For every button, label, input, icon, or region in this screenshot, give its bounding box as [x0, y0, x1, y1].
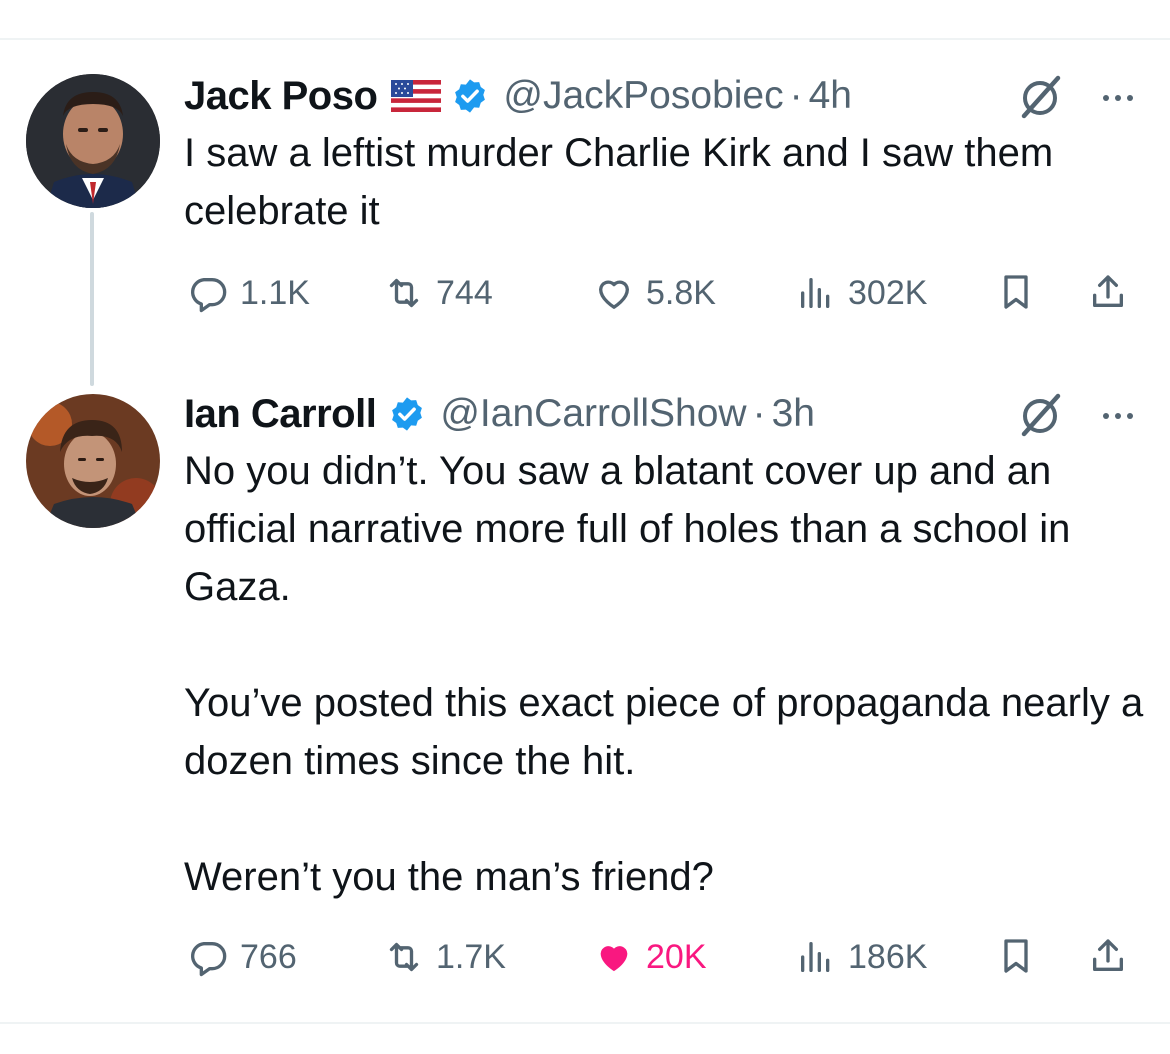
- repost-button[interactable]: 1.7K: [384, 932, 506, 982]
- separator-dot: ·: [752, 392, 766, 435]
- reply-icon: [191, 278, 227, 313]
- views-button[interactable]: 302K: [796, 268, 927, 318]
- like-button[interactable]: 5.8K: [594, 268, 716, 318]
- reply-button[interactable]: 1.1K: [188, 268, 310, 318]
- timestamp[interactable]: 4h: [809, 74, 852, 118]
- timestamp[interactable]: 3h: [772, 392, 815, 436]
- share-icon[interactable]: [1088, 272, 1128, 312]
- tweet-header: Ian Carroll @IanCarrollShow · 3h: [184, 388, 1144, 440]
- like-icon: [599, 280, 629, 309]
- bottom-divider: [0, 1022, 1170, 1024]
- like-icon: [600, 946, 628, 972]
- top-divider: [0, 38, 1170, 40]
- verified-badge-icon: [455, 79, 486, 113]
- separator-dot: ·: [789, 74, 803, 117]
- repost-count: 1.7K: [436, 937, 506, 976]
- repost-icon: [389, 278, 419, 308]
- grok-icon[interactable]: [1018, 74, 1064, 120]
- tweet-paragraph: Weren’t you the man’s friend?: [184, 855, 714, 899]
- tweet-paragraph: No you didn’t. You saw a blatant cover u…: [184, 449, 1071, 609]
- repost-icon: [389, 942, 419, 972]
- like-count: 5.8K: [646, 273, 716, 312]
- thread-connector-line: [90, 212, 94, 386]
- like-count: 20K: [646, 937, 707, 976]
- view-count: 186K: [848, 937, 928, 976]
- flag-us-icon: [391, 80, 442, 112]
- display-name[interactable]: Jack Poso: [184, 74, 378, 119]
- bookmark-icon[interactable]: [996, 936, 1036, 976]
- reply-icon: [191, 942, 227, 977]
- repost-count: 744: [436, 273, 493, 312]
- tweet-paragraph: You’ve posted this exact piece of propag…: [184, 681, 1144, 783]
- tweet-2[interactable]: Ian Carroll @IanCarrollShow · 3h No you …: [184, 388, 1144, 977]
- tweet-paragraph: I saw a leftist murder Charlie Kirk and …: [184, 131, 1054, 233]
- action-bar: 766 1.7K 20K 186K: [184, 932, 1144, 982]
- tweet-1[interactable]: Jack Poso @JackPosobiec · 4h I saw a lef…: [184, 70, 1144, 313]
- reply-button[interactable]: 766: [188, 932, 297, 982]
- reply-count: 766: [240, 937, 297, 976]
- more-icon[interactable]: [1098, 78, 1138, 118]
- tweet-header: Jack Poso @JackPosobiec · 4h: [184, 70, 1144, 122]
- user-handle[interactable]: @IanCarrollShow: [440, 392, 746, 436]
- display-name[interactable]: Ian Carroll: [184, 392, 377, 437]
- tweet-text: I saw a leftist murder Charlie Kirk and …: [184, 124, 1144, 240]
- bookmark-icon[interactable]: [996, 272, 1036, 312]
- views-button[interactable]: 186K: [796, 932, 927, 982]
- verified-badge-icon: [392, 397, 423, 431]
- user-handle[interactable]: @JackPosobiec: [503, 74, 783, 118]
- view-count: 302K: [848, 273, 928, 312]
- avatar-jack-poso[interactable]: [26, 74, 160, 208]
- views-icon: [801, 278, 830, 308]
- views-icon: [801, 942, 830, 972]
- more-icon[interactable]: [1098, 396, 1138, 436]
- share-icon[interactable]: [1088, 936, 1128, 976]
- grok-icon[interactable]: [1018, 392, 1064, 438]
- action-bar: 1.1K 744 5.8K 302K: [184, 268, 1144, 318]
- reply-count: 1.1K: [240, 273, 310, 312]
- like-button[interactable]: 20K: [594, 932, 707, 982]
- repost-button[interactable]: 744: [384, 268, 493, 318]
- tweet-text: No you didn’t. You saw a blatant cover u…: [184, 442, 1144, 906]
- avatar-ian-carroll[interactable]: [26, 394, 160, 528]
